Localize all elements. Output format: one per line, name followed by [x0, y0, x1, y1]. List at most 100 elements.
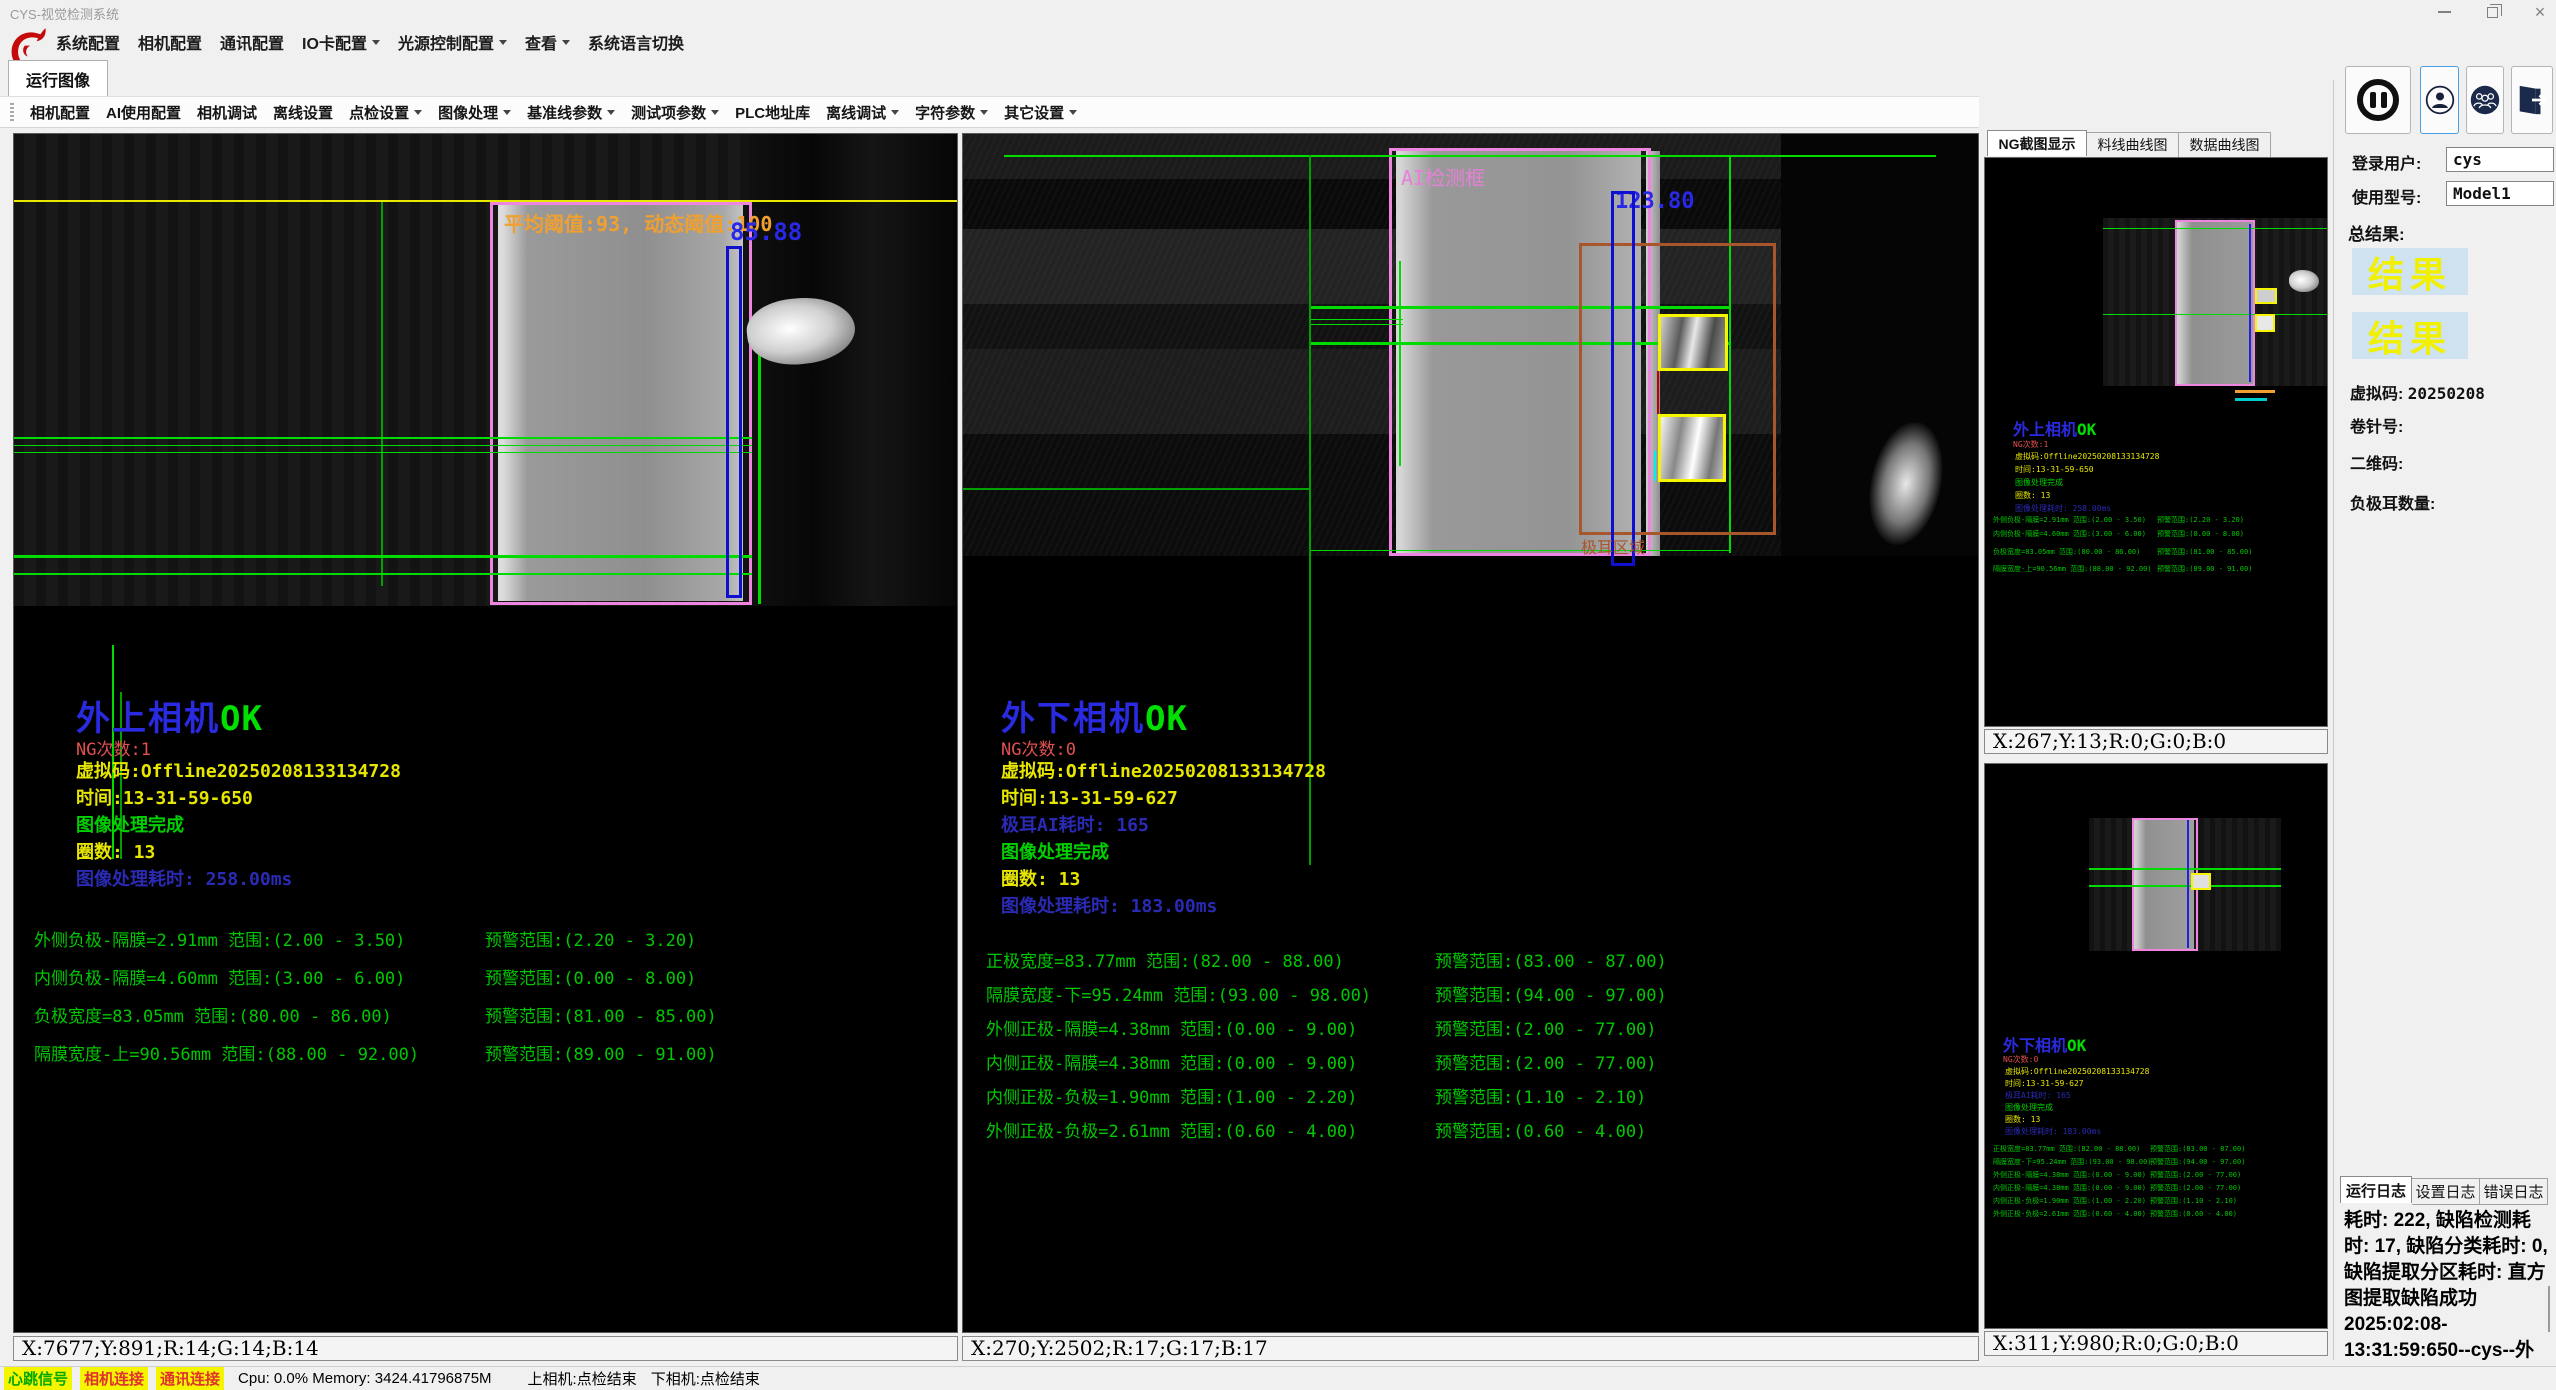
roi-line-green	[14, 555, 752, 558]
tool-label: AI使用配置	[106, 102, 181, 123]
upper-camera-image[interactable]: 平均阈值:93, 动态阈值:100 85.88	[14, 134, 957, 606]
thumb-measurement: 预警范围:(94.00 - 97.00)	[2150, 1157, 2245, 1167]
tool-test-item-params[interactable]: 测试项参数	[631, 102, 719, 123]
roi-line-cyan	[1654, 451, 1656, 481]
thumb-measurement: 隔膜宽度-下=95.24mm 范围:(93.00 - 98.00)	[1993, 1157, 2152, 1167]
tab-settings-log[interactable]: 设置日志	[2412, 1178, 2480, 1205]
measurement-warning: 预警范围:(0.00 - 8.00)	[485, 964, 696, 989]
camera-name: 外上相机	[76, 699, 220, 739]
tool-camera-debug[interactable]: 相机调试	[197, 102, 257, 123]
thumb-tick-cyan	[2235, 398, 2267, 401]
ng-thumbnail-lower[interactable]: 外下相机OK NG次数:0 虚拟码:Offline202502081331347…	[1984, 763, 2328, 1329]
thumb-title: 外上相机OK	[2013, 416, 2096, 440]
menu-camera-config[interactable]: 相机配置	[138, 30, 202, 54]
measurement-value: 外侧正极-负极=2.61mm 范围:(0.60 - 4.00)	[986, 1117, 1357, 1142]
close-button[interactable]: ×	[2524, 2, 2556, 22]
menu-system-config[interactable]: 系统配置	[56, 30, 120, 54]
upper-camera-status: 上相机:点检结束	[528, 1368, 637, 1389]
log-content: 耗时: 222, 缺陷检测耗时: 17, 缺陷分类耗时: 0, 缺陷提取分区耗时…	[2344, 1208, 2548, 1360]
tool-plc-address-lib[interactable]: PLC地址库	[735, 102, 810, 123]
thumb-roi-pink	[2175, 220, 2255, 386]
log-scrollbar[interactable]	[2548, 1286, 2550, 1332]
ng-thumbnail-upper[interactable]: 外上相机OK NG次数:1 虚拟码:Offline202502081331347…	[1984, 157, 2328, 727]
thumb-measurement: 预警范围:(89.00 - 91.00)	[2157, 564, 2252, 574]
tool-image-processing[interactable]: 图像处理	[438, 102, 511, 123]
tool-offline-debug[interactable]: 离线调试	[826, 102, 899, 123]
roi-line-green	[2089, 885, 2281, 887]
tab-ng-screenshot[interactable]: NG截图显示	[1987, 130, 2087, 156]
virtual-code-label: 虚拟码:	[2350, 386, 2403, 403]
tab-run-log[interactable]: 运行日志	[2340, 1176, 2412, 1203]
heartbeat-status-badge: 心跳信号	[4, 1367, 72, 1390]
camera-result-title: 外下相机OK	[1001, 691, 1188, 740]
measurement-value: 外侧负极-隔膜=2.91mm 范围:(2.00 - 3.50)	[34, 926, 405, 951]
chevron-down-icon	[372, 40, 380, 45]
login-user-input[interactable]: cys	[2446, 147, 2554, 172]
thumb-measurement: 预警范围:(2.00 - 77.00)	[2150, 1170, 2241, 1180]
menu-label: IO卡配置	[302, 30, 367, 54]
camera-result-title: 外上相机OK	[76, 691, 263, 740]
tool-ai-usage-config[interactable]: AI使用配置	[106, 102, 181, 123]
pause-button[interactable]	[2345, 66, 2411, 134]
roi-line-green	[2103, 314, 2328, 315]
thumb-process-time: 图像处理耗时: 183.00ms	[2005, 1126, 2101, 1137]
chevron-down-icon	[1069, 110, 1077, 115]
app-window: CYS-视觉检测系统 × 系统配置 相机配置 通讯配置 IO卡配置 光源控制配置…	[0, 0, 2556, 1390]
exit-icon	[2515, 83, 2549, 117]
chevron-down-icon	[711, 110, 719, 115]
menu-comm-config[interactable]: 通讯配置	[220, 30, 284, 54]
upper-camera-panel: 平均阈值:93, 动态阈值:100 85.88 外上相机OK NG次数:1 虚拟…	[13, 133, 958, 1333]
virtual-code-value: 20250208	[2408, 384, 2485, 403]
toolbar-grip-icon[interactable]	[10, 103, 14, 121]
tab-run-image[interactable]: 运行图像	[8, 60, 108, 96]
menu-light-control-config[interactable]: 光源控制配置	[398, 30, 507, 54]
tool-label: 基准线参数	[527, 102, 602, 123]
roi-line-green	[381, 202, 383, 586]
tab-data-curve[interactable]: 数据曲线图	[2179, 132, 2271, 158]
tool-camera-config[interactable]: 相机配置	[30, 102, 90, 123]
menu-io-card-config[interactable]: IO卡配置	[302, 30, 380, 54]
tab-material-curve[interactable]: 料线曲线图	[2087, 132, 2179, 158]
tool-char-params[interactable]: 字符参数	[915, 102, 988, 123]
upper-camera-coords-bar: X:7677;Y:891;R:14;G:14;B:14	[13, 1336, 958, 1361]
chevron-down-icon	[607, 110, 615, 115]
menu-language-switch[interactable]: 系统语言切换	[588, 30, 684, 54]
restore-button[interactable]	[2476, 2, 2508, 22]
thumb-metal-tab	[2289, 270, 2319, 292]
roi-line-green	[1309, 324, 1403, 325]
roi-line-green	[1309, 319, 1403, 320]
menu-view[interactable]: 查看	[525, 30, 570, 54]
measurement-value: 内侧负极-隔膜=4.60mm 范围:(3.00 - 6.00)	[34, 964, 405, 989]
thumb-virtual-code: 虚拟码:Offline20250208133134728	[2015, 451, 2159, 462]
roi-line-green	[1309, 550, 1729, 551]
tool-other-settings[interactable]: 其它设置	[1004, 102, 1077, 123]
model-input[interactable]: Model1	[2446, 181, 2554, 206]
roi-line-green	[2103, 228, 2328, 229]
user-button[interactable]	[2420, 66, 2459, 134]
tool-label: 图像处理	[438, 102, 498, 123]
exit-button[interactable]	[2511, 66, 2553, 134]
measurement-warning: 预警范围:(81.00 - 85.00)	[485, 1002, 717, 1027]
process-time-text: 图像处理耗时: 258.00ms	[76, 865, 292, 891]
users-group-button[interactable]	[2466, 66, 2504, 134]
thumb-image	[2089, 818, 2281, 951]
tool-baseline-params[interactable]: 基准线参数	[527, 102, 615, 123]
thumb-ng-count: NG次数:1	[2013, 439, 2048, 450]
thumb-measurement: 预警范围:(0.00 - 8.00)	[2157, 529, 2244, 539]
minimize-button[interactable]	[2428, 2, 2460, 22]
ai-time-text: 极耳AI耗时: 165	[1001, 811, 1149, 837]
tool-offline-settings[interactable]: 离线设置	[273, 102, 333, 123]
tool-label: 测试项参数	[631, 102, 706, 123]
roi-detect-box-pink	[490, 202, 752, 605]
tab-error-log[interactable]: 错误日志	[2480, 1178, 2548, 1205]
menu-label: 系统语言切换	[588, 30, 684, 54]
thumb-measurement: 预警范围:(2.00 - 77.00)	[2150, 1183, 2241, 1193]
thumb-roi-blue	[2187, 820, 2189, 948]
camera-name: 外下相机	[2003, 1036, 2067, 1055]
tab-detect-box-yellow	[1658, 314, 1728, 371]
thumb-measurement: 预警范围:(2.20 - 3.20)	[2157, 515, 2244, 525]
lower-camera-image[interactable]: AI检测框 123.80	[963, 134, 1978, 556]
tool-spot-check[interactable]: 点检设置	[349, 102, 422, 123]
measurement-warning: 预警范围:(2.20 - 3.20)	[485, 926, 696, 951]
time-text: 时间:13-31-59-627	[1001, 784, 1178, 810]
